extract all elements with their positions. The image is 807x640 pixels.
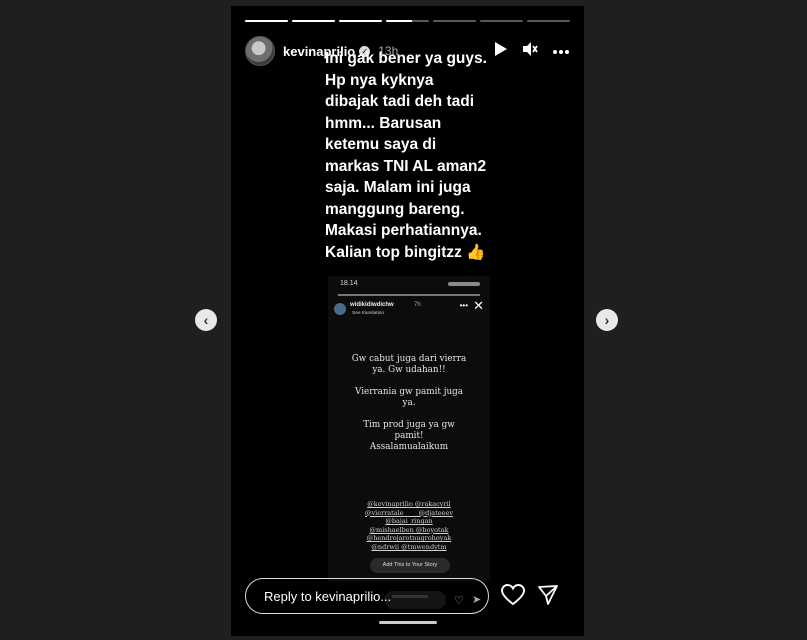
next-story-button[interactable]: › <box>596 309 618 331</box>
inner-status-bar: 18.14 <box>328 280 490 290</box>
inner-message: Gw cabut juga dari vierra ya. Gw udahan!… <box>351 354 467 452</box>
more-icon[interactable] <box>552 43 570 59</box>
progress-segment <box>245 20 288 22</box>
inner-more-icon: ••• <box>459 301 468 310</box>
inner-story-header: widikidiwdichw 7h See translation ••• ✕ <box>334 298 484 321</box>
progress-segment <box>480 20 523 22</box>
embedded-story-screenshot: 18.14 widikidiwdichw 7h See translation … <box>328 276 490 581</box>
inner-close-icon: ✕ <box>473 298 484 313</box>
status-icons <box>448 282 480 286</box>
previous-story-button[interactable]: ‹ <box>195 309 217 331</box>
story-viewer: kevinaprilio ✓ 13h Ini gak bener ya guys… <box>231 6 584 636</box>
send-icon[interactable] <box>537 584 561 608</box>
reply-input[interactable]: Reply to kevinaprilio... <box>245 578 489 614</box>
progress-segment <box>339 20 382 22</box>
story-progress <box>245 20 570 23</box>
inner-mentions: @kevinaprilio @rakacyril @vierratale____… <box>364 500 454 551</box>
inner-time: 7h <box>414 302 421 308</box>
story-caption: Ini gak bener ya guys. Hp nya kyknya dib… <box>325 50 487 261</box>
inner-avatar <box>334 303 346 315</box>
reply-placeholder: Reply to kevinaprilio... <box>264 588 392 604</box>
progress-segment <box>433 20 476 22</box>
see-translation: See translation <box>352 311 384 316</box>
avatar[interactable] <box>245 36 275 66</box>
home-indicator <box>379 621 437 624</box>
progress-segment <box>292 20 335 22</box>
inner-progress <box>338 294 480 296</box>
progress-segment <box>386 20 429 22</box>
inner-add-to-story: Add This to Your Story <box>370 558 450 573</box>
progress-segment <box>527 20 570 22</box>
inner-username: widikidiwdichw <box>350 302 394 308</box>
inner-status-time: 18.14 <box>340 280 358 287</box>
heart-icon[interactable] <box>501 584 525 611</box>
